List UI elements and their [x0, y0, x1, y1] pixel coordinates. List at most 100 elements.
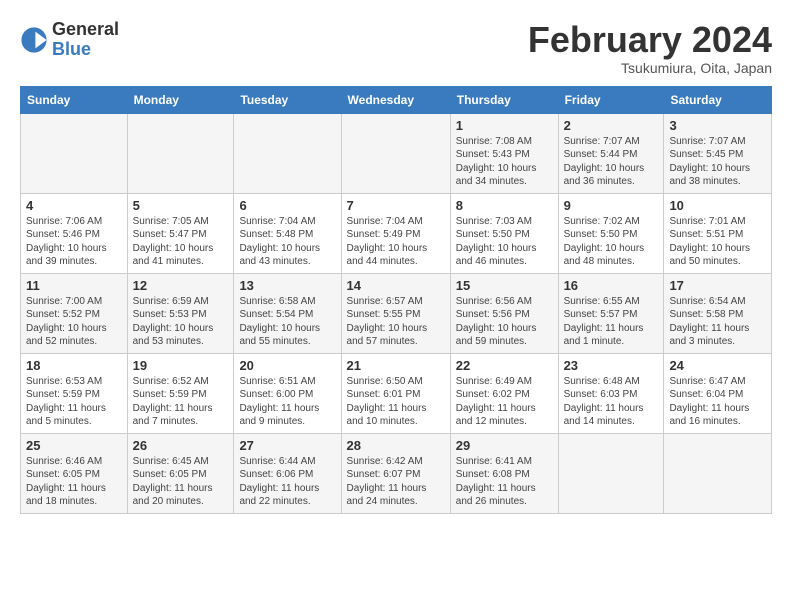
- calendar-cell: 28 Sunrise: 6:42 AM Sunset: 6:07 PM Dayl…: [341, 433, 450, 513]
- day-number: 21: [347, 358, 445, 373]
- logo-general: General: [52, 20, 119, 40]
- calendar-cell: 29 Sunrise: 6:41 AM Sunset: 6:08 PM Dayl…: [450, 433, 558, 513]
- day-number: 17: [669, 278, 766, 293]
- calendar-cell: 12 Sunrise: 6:59 AM Sunset: 5:53 PM Dayl…: [127, 273, 234, 353]
- day-info: Sunrise: 7:02 AM Sunset: 5:50 PM Dayligh…: [564, 215, 659, 269]
- calendar-cell: 9 Sunrise: 7:02 AM Sunset: 5:50 PM Dayli…: [558, 193, 664, 273]
- calendar-cell: 2 Sunrise: 7:07 AM Sunset: 5:44 PM Dayli…: [558, 113, 664, 193]
- day-number: 3: [669, 118, 766, 133]
- day-number: 7: [347, 198, 445, 213]
- day-info: Sunrise: 6:58 AM Sunset: 5:54 PM Dayligh…: [239, 295, 335, 349]
- logo-icon: [20, 26, 48, 54]
- day-info: Sunrise: 7:04 AM Sunset: 5:48 PM Dayligh…: [239, 215, 335, 269]
- calendar-cell: 21 Sunrise: 6:50 AM Sunset: 6:01 PM Dayl…: [341, 353, 450, 433]
- day-info: Sunrise: 7:03 AM Sunset: 5:50 PM Dayligh…: [456, 215, 553, 269]
- day-number: 20: [239, 358, 335, 373]
- header-row: SundayMondayTuesdayWednesdayThursdayFrid…: [21, 86, 772, 113]
- calendar-cell: 24 Sunrise: 6:47 AM Sunset: 6:04 PM Dayl…: [664, 353, 772, 433]
- day-number: 1: [456, 118, 553, 133]
- weekday-header: Thursday: [450, 86, 558, 113]
- logo-blue: Blue: [52, 40, 119, 60]
- calendar-cell: 8 Sunrise: 7:03 AM Sunset: 5:50 PM Dayli…: [450, 193, 558, 273]
- day-number: 28: [347, 438, 445, 453]
- location: Tsukumiura, Oita, Japan: [528, 60, 772, 76]
- calendar-cell: 3 Sunrise: 7:07 AM Sunset: 5:45 PM Dayli…: [664, 113, 772, 193]
- day-info: Sunrise: 6:51 AM Sunset: 6:00 PM Dayligh…: [239, 375, 335, 429]
- calendar-cell: 22 Sunrise: 6:49 AM Sunset: 6:02 PM Dayl…: [450, 353, 558, 433]
- day-number: 9: [564, 198, 659, 213]
- day-number: 24: [669, 358, 766, 373]
- day-info: Sunrise: 7:00 AM Sunset: 5:52 PM Dayligh…: [26, 295, 122, 349]
- calendar-cell: 16 Sunrise: 6:55 AM Sunset: 5:57 PM Dayl…: [558, 273, 664, 353]
- day-number: 6: [239, 198, 335, 213]
- calendar-cell: 15 Sunrise: 6:56 AM Sunset: 5:56 PM Dayl…: [450, 273, 558, 353]
- day-number: 29: [456, 438, 553, 453]
- calendar-cell: 18 Sunrise: 6:53 AM Sunset: 5:59 PM Dayl…: [21, 353, 128, 433]
- day-info: Sunrise: 7:07 AM Sunset: 5:45 PM Dayligh…: [669, 135, 766, 189]
- day-number: 10: [669, 198, 766, 213]
- day-info: Sunrise: 6:55 AM Sunset: 5:57 PM Dayligh…: [564, 295, 659, 349]
- calendar-week: 11 Sunrise: 7:00 AM Sunset: 5:52 PM Dayl…: [21, 273, 772, 353]
- day-number: 19: [133, 358, 229, 373]
- day-info: Sunrise: 6:57 AM Sunset: 5:55 PM Dayligh…: [347, 295, 445, 349]
- day-number: 4: [26, 198, 122, 213]
- day-info: Sunrise: 6:53 AM Sunset: 5:59 PM Dayligh…: [26, 375, 122, 429]
- day-info: Sunrise: 6:49 AM Sunset: 6:02 PM Dayligh…: [456, 375, 553, 429]
- day-info: Sunrise: 6:52 AM Sunset: 5:59 PM Dayligh…: [133, 375, 229, 429]
- day-info: Sunrise: 6:59 AM Sunset: 5:53 PM Dayligh…: [133, 295, 229, 349]
- day-number: 23: [564, 358, 659, 373]
- calendar-table: SundayMondayTuesdayWednesdayThursdayFrid…: [20, 86, 772, 514]
- day-number: 22: [456, 358, 553, 373]
- calendar-cell: 23 Sunrise: 6:48 AM Sunset: 6:03 PM Dayl…: [558, 353, 664, 433]
- calendar-cell: 5 Sunrise: 7:05 AM Sunset: 5:47 PM Dayli…: [127, 193, 234, 273]
- day-number: 12: [133, 278, 229, 293]
- calendar-cell: [127, 113, 234, 193]
- day-info: Sunrise: 6:54 AM Sunset: 5:58 PM Dayligh…: [669, 295, 766, 349]
- calendar-cell: 4 Sunrise: 7:06 AM Sunset: 5:46 PM Dayli…: [21, 193, 128, 273]
- day-number: 27: [239, 438, 335, 453]
- weekday-header: Friday: [558, 86, 664, 113]
- day-number: 14: [347, 278, 445, 293]
- day-number: 25: [26, 438, 122, 453]
- calendar-cell: 14 Sunrise: 6:57 AM Sunset: 5:55 PM Dayl…: [341, 273, 450, 353]
- calendar-cell: 6 Sunrise: 7:04 AM Sunset: 5:48 PM Dayli…: [234, 193, 341, 273]
- day-info: Sunrise: 7:01 AM Sunset: 5:51 PM Dayligh…: [669, 215, 766, 269]
- day-info: Sunrise: 7:06 AM Sunset: 5:46 PM Dayligh…: [26, 215, 122, 269]
- page-header: General Blue February 2024 Tsukumiura, O…: [20, 20, 772, 76]
- weekday-header: Tuesday: [234, 86, 341, 113]
- day-info: Sunrise: 6:44 AM Sunset: 6:06 PM Dayligh…: [239, 455, 335, 509]
- logo: General Blue: [20, 20, 119, 60]
- weekday-header: Wednesday: [341, 86, 450, 113]
- day-number: 8: [456, 198, 553, 213]
- weekday-header: Monday: [127, 86, 234, 113]
- day-number: 2: [564, 118, 659, 133]
- day-info: Sunrise: 6:56 AM Sunset: 5:56 PM Dayligh…: [456, 295, 553, 349]
- day-info: Sunrise: 6:45 AM Sunset: 6:05 PM Dayligh…: [133, 455, 229, 509]
- calendar-week: 25 Sunrise: 6:46 AM Sunset: 6:05 PM Dayl…: [21, 433, 772, 513]
- calendar-week: 1 Sunrise: 7:08 AM Sunset: 5:43 PM Dayli…: [21, 113, 772, 193]
- calendar-week: 4 Sunrise: 7:06 AM Sunset: 5:46 PM Dayli…: [21, 193, 772, 273]
- day-number: 13: [239, 278, 335, 293]
- calendar-cell: 20 Sunrise: 6:51 AM Sunset: 6:00 PM Dayl…: [234, 353, 341, 433]
- calendar-cell: [664, 433, 772, 513]
- day-info: Sunrise: 6:50 AM Sunset: 6:01 PM Dayligh…: [347, 375, 445, 429]
- calendar-body: 1 Sunrise: 7:08 AM Sunset: 5:43 PM Dayli…: [21, 113, 772, 513]
- day-info: Sunrise: 6:42 AM Sunset: 6:07 PM Dayligh…: [347, 455, 445, 509]
- calendar-cell: 10 Sunrise: 7:01 AM Sunset: 5:51 PM Dayl…: [664, 193, 772, 273]
- calendar-cell: [558, 433, 664, 513]
- day-number: 26: [133, 438, 229, 453]
- calendar-cell: [21, 113, 128, 193]
- day-info: Sunrise: 6:47 AM Sunset: 6:04 PM Dayligh…: [669, 375, 766, 429]
- day-info: Sunrise: 6:48 AM Sunset: 6:03 PM Dayligh…: [564, 375, 659, 429]
- weekday-header: Saturday: [664, 86, 772, 113]
- calendar-cell: 1 Sunrise: 7:08 AM Sunset: 5:43 PM Dayli…: [450, 113, 558, 193]
- day-number: 11: [26, 278, 122, 293]
- day-number: 18: [26, 358, 122, 373]
- day-info: Sunrise: 7:04 AM Sunset: 5:49 PM Dayligh…: [347, 215, 445, 269]
- calendar-cell: 7 Sunrise: 7:04 AM Sunset: 5:49 PM Dayli…: [341, 193, 450, 273]
- title-section: February 2024 Tsukumiura, Oita, Japan: [528, 20, 772, 76]
- calendar-cell: 13 Sunrise: 6:58 AM Sunset: 5:54 PM Dayl…: [234, 273, 341, 353]
- calendar-cell: 19 Sunrise: 6:52 AM Sunset: 5:59 PM Dayl…: [127, 353, 234, 433]
- logo-text: General Blue: [52, 20, 119, 60]
- calendar-cell: 27 Sunrise: 6:44 AM Sunset: 6:06 PM Dayl…: [234, 433, 341, 513]
